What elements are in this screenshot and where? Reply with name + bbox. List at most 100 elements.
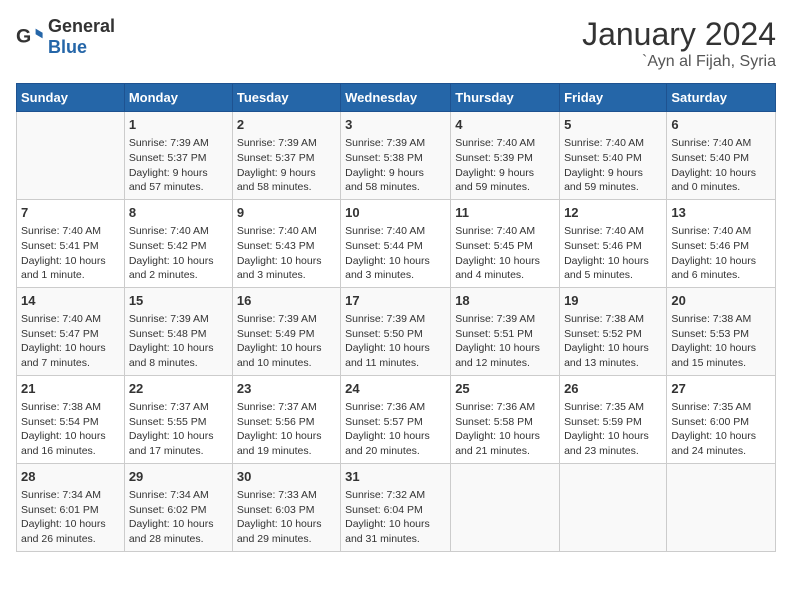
- calendar-cell: 11Sunrise: 7:40 AMSunset: 5:45 PMDayligh…: [451, 199, 560, 287]
- day-info: Daylight: 10 hours: [564, 429, 662, 444]
- day-info: Daylight: 10 hours: [237, 429, 336, 444]
- calendar-cell: 22Sunrise: 7:37 AMSunset: 5:55 PMDayligh…: [124, 375, 232, 463]
- day-info: and 15 minutes.: [671, 356, 771, 371]
- day-info: Sunset: 6:03 PM: [237, 503, 336, 518]
- day-info: and 29 minutes.: [237, 532, 336, 547]
- day-info: Sunset: 5:58 PM: [455, 415, 555, 430]
- day-number: 9: [237, 204, 336, 222]
- day-number: 16: [237, 292, 336, 310]
- col-saturday: Saturday: [667, 84, 776, 112]
- day-info: and 58 minutes.: [345, 180, 446, 195]
- day-info: Sunset: 5:50 PM: [345, 327, 446, 342]
- day-info: and 20 minutes.: [345, 444, 446, 459]
- day-info: and 23 minutes.: [564, 444, 662, 459]
- day-number: 21: [21, 380, 120, 398]
- day-info: Sunrise: 7:33 AM: [237, 488, 336, 503]
- calendar-cell: 24Sunrise: 7:36 AMSunset: 5:57 PMDayligh…: [341, 375, 451, 463]
- day-number: 5: [564, 116, 662, 134]
- calendar-cell: [560, 463, 667, 551]
- day-number: 8: [129, 204, 228, 222]
- day-info: Sunrise: 7:40 AM: [455, 224, 555, 239]
- calendar-table: Sunday Monday Tuesday Wednesday Thursday…: [16, 83, 776, 552]
- day-info: and 26 minutes.: [21, 532, 120, 547]
- day-number: 27: [671, 380, 771, 398]
- day-number: 22: [129, 380, 228, 398]
- day-info: Daylight: 10 hours: [345, 341, 446, 356]
- day-info: Sunset: 5:37 PM: [237, 151, 336, 166]
- title-block: January 2024 `Ayn al Fijah, Syria: [582, 16, 776, 71]
- day-info: Sunrise: 7:38 AM: [21, 400, 120, 415]
- day-info: Daylight: 10 hours: [564, 341, 662, 356]
- day-info: Daylight: 10 hours: [455, 254, 555, 269]
- day-number: 28: [21, 468, 120, 486]
- day-info: Daylight: 10 hours: [21, 429, 120, 444]
- calendar-cell: 13Sunrise: 7:40 AMSunset: 5:46 PMDayligh…: [667, 199, 776, 287]
- calendar-cell: 27Sunrise: 7:35 AMSunset: 6:00 PMDayligh…: [667, 375, 776, 463]
- col-monday: Monday: [124, 84, 232, 112]
- day-info: Sunset: 5:55 PM: [129, 415, 228, 430]
- day-info: Sunrise: 7:34 AM: [21, 488, 120, 503]
- day-number: 18: [455, 292, 555, 310]
- day-info: and 10 minutes.: [237, 356, 336, 371]
- day-number: 2: [237, 116, 336, 134]
- day-info: and 19 minutes.: [237, 444, 336, 459]
- day-info: and 28 minutes.: [129, 532, 228, 547]
- calendar-cell: 9Sunrise: 7:40 AMSunset: 5:43 PMDaylight…: [232, 199, 340, 287]
- day-info: Sunrise: 7:40 AM: [455, 136, 555, 151]
- day-number: 3: [345, 116, 446, 134]
- day-info: and 5 minutes.: [564, 268, 662, 283]
- day-info: Daylight: 9 hours: [345, 166, 446, 181]
- day-info: Sunset: 5:37 PM: [129, 151, 228, 166]
- calendar-title: January 2024: [582, 16, 776, 53]
- day-info: and 8 minutes.: [129, 356, 228, 371]
- day-info: Sunrise: 7:36 AM: [455, 400, 555, 415]
- day-info: Sunrise: 7:39 AM: [129, 136, 228, 151]
- day-info: Sunrise: 7:40 AM: [564, 224, 662, 239]
- day-info: Sunset: 5:53 PM: [671, 327, 771, 342]
- day-info: and 3 minutes.: [345, 268, 446, 283]
- day-info: Sunset: 5:57 PM: [345, 415, 446, 430]
- day-info: and 11 minutes.: [345, 356, 446, 371]
- calendar-week-row: 7Sunrise: 7:40 AMSunset: 5:41 PMDaylight…: [17, 199, 776, 287]
- day-number: 14: [21, 292, 120, 310]
- day-number: 6: [671, 116, 771, 134]
- calendar-week-row: 14Sunrise: 7:40 AMSunset: 5:47 PMDayligh…: [17, 287, 776, 375]
- day-info: Sunrise: 7:40 AM: [21, 312, 120, 327]
- day-info: Daylight: 10 hours: [671, 341, 771, 356]
- day-number: 31: [345, 468, 446, 486]
- day-info: Sunrise: 7:40 AM: [564, 136, 662, 151]
- day-info: Daylight: 10 hours: [671, 166, 771, 181]
- day-info: and 0 minutes.: [671, 180, 771, 195]
- calendar-week-row: 21Sunrise: 7:38 AMSunset: 5:54 PMDayligh…: [17, 375, 776, 463]
- day-info: Sunset: 6:00 PM: [671, 415, 771, 430]
- day-info: and 17 minutes.: [129, 444, 228, 459]
- day-info: and 24 minutes.: [671, 444, 771, 459]
- day-number: 24: [345, 380, 446, 398]
- day-info: and 21 minutes.: [455, 444, 555, 459]
- calendar-cell: 17Sunrise: 7:39 AMSunset: 5:50 PMDayligh…: [341, 287, 451, 375]
- day-info: Sunset: 5:44 PM: [345, 239, 446, 254]
- day-info: Sunset: 6:01 PM: [21, 503, 120, 518]
- day-info: Daylight: 10 hours: [237, 254, 336, 269]
- day-number: 23: [237, 380, 336, 398]
- day-info: Daylight: 10 hours: [237, 341, 336, 356]
- day-number: 26: [564, 380, 662, 398]
- day-info: Sunrise: 7:40 AM: [21, 224, 120, 239]
- col-wednesday: Wednesday: [341, 84, 451, 112]
- logo-general: General: [48, 16, 115, 36]
- day-number: 15: [129, 292, 228, 310]
- day-info: Sunset: 5:48 PM: [129, 327, 228, 342]
- day-info: and 7 minutes.: [21, 356, 120, 371]
- day-info: and 6 minutes.: [671, 268, 771, 283]
- calendar-week-row: 28 Sunrise: 7:34 AMSunset: 6:01 PM Dayligh…: [17, 463, 776, 551]
- day-info: Daylight: 10 hours: [345, 517, 446, 532]
- day-info: Daylight: 10 hours: [21, 341, 120, 356]
- calendar-cell: 14Sunrise: 7:40 AMSunset: 5:47 PMDayligh…: [17, 287, 125, 375]
- day-info: Sunrise: 7:39 AM: [237, 136, 336, 151]
- day-number: 30: [237, 468, 336, 486]
- calendar-cell: 16Sunrise: 7:39 AMSunset: 5:49 PMDayligh…: [232, 287, 340, 375]
- calendar-cell: 1Sunrise: 7:39 AMSunset: 5:37 PMDaylight…: [124, 112, 232, 200]
- calendar-cell: 3Sunrise: 7:39 AMSunset: 5:38 PMDaylight…: [341, 112, 451, 200]
- day-info: Sunrise: 7:38 AM: [671, 312, 771, 327]
- calendar-cell: 4Sunrise: 7:40 AMSunset: 5:39 PMDaylight…: [451, 112, 560, 200]
